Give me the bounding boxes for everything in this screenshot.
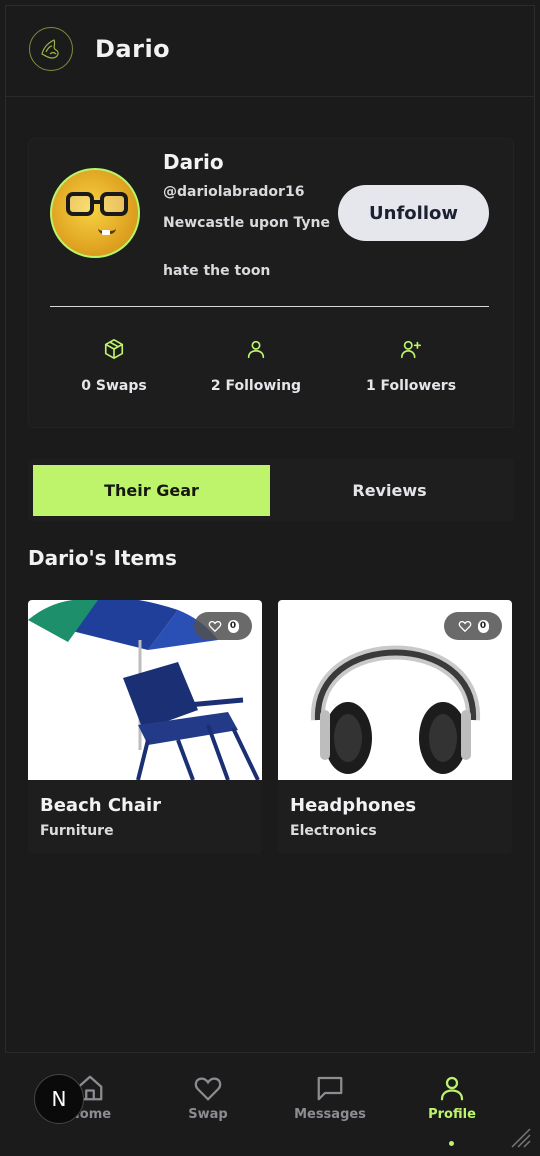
stat-followers-label: 1 Followers <box>365 378 457 394</box>
message-icon <box>317 1076 343 1101</box>
profile-tabs: Their Gear Reviews <box>28 459 514 521</box>
item-card-headphones[interactable]: 0 Headphones Electronics <box>278 600 512 854</box>
nav-profile-label: Profile <box>428 1107 476 1122</box>
stat-followers[interactable]: 1 Followers <box>341 338 481 394</box>
item-category: Electronics <box>290 823 377 839</box>
nerd-glasses-icon <box>66 192 130 218</box>
profile-card: Dario @dariolabrador16 Newcastle upon Ty… <box>28 138 514 428</box>
stat-following-label: 2 Following <box>210 378 302 394</box>
like-button[interactable]: 0 <box>194 612 252 640</box>
user-icon <box>440 1076 464 1101</box>
heart-icon <box>458 620 471 633</box>
nav-messages[interactable]: Messages <box>275 1073 385 1122</box>
user-plus-icon <box>401 340 421 359</box>
hand-logo-icon[interactable] <box>29 27 73 71</box>
heart-icon <box>194 1077 222 1101</box>
item-image: 0 <box>28 600 262 780</box>
item-category: Furniture <box>40 823 114 839</box>
tab-their-gear[interactable]: Their Gear <box>33 465 270 516</box>
active-indicator <box>449 1141 454 1146</box>
like-count: 0 <box>477 619 489 633</box>
dev-overlay-badge[interactable]: N <box>34 1074 84 1124</box>
avatar[interactable] <box>50 168 140 258</box>
tab-reviews[interactable]: Reviews <box>271 465 508 516</box>
profile-location: Newcastle upon Tyne <box>163 215 331 231</box>
stat-following[interactable]: 2 Following <box>186 338 326 394</box>
profile-name: Dario <box>163 150 224 174</box>
profile-divider <box>50 306 489 307</box>
nav-profile[interactable]: Profile <box>397 1073 507 1122</box>
heart-icon <box>208 620 221 633</box>
stat-swaps-label: 0 Swaps <box>81 378 147 394</box>
box-icon <box>104 339 124 359</box>
brand-title: Dario <box>95 35 171 63</box>
like-button[interactable]: 0 <box>444 612 502 640</box>
item-image: 0 <box>278 600 512 780</box>
items-section-title: Dario's Items <box>28 546 177 570</box>
item-title: Beach Chair <box>40 795 162 816</box>
item-card-beach-chair[interactable]: 0 Beach Chair Furniture <box>28 600 262 854</box>
nav-swap[interactable]: Swap <box>153 1073 263 1122</box>
profile-bio: hate the toon <box>163 263 271 279</box>
top-bar: Dario <box>5 5 535 97</box>
bottom-nav: Home Swap Messages Profile <box>5 1052 535 1151</box>
nav-messages-label: Messages <box>294 1107 366 1122</box>
like-count: 0 <box>227 619 239 633</box>
profile-handle: @dariolabrador16 <box>163 184 305 200</box>
item-title: Headphones <box>290 795 417 816</box>
resize-handle-icon[interactable] <box>510 1127 532 1149</box>
user-icon <box>247 340 265 359</box>
nav-swap-label: Swap <box>188 1107 228 1122</box>
stat-swaps[interactable]: 0 Swaps <box>44 338 184 394</box>
unfollow-button[interactable]: Unfollow <box>338 185 489 241</box>
